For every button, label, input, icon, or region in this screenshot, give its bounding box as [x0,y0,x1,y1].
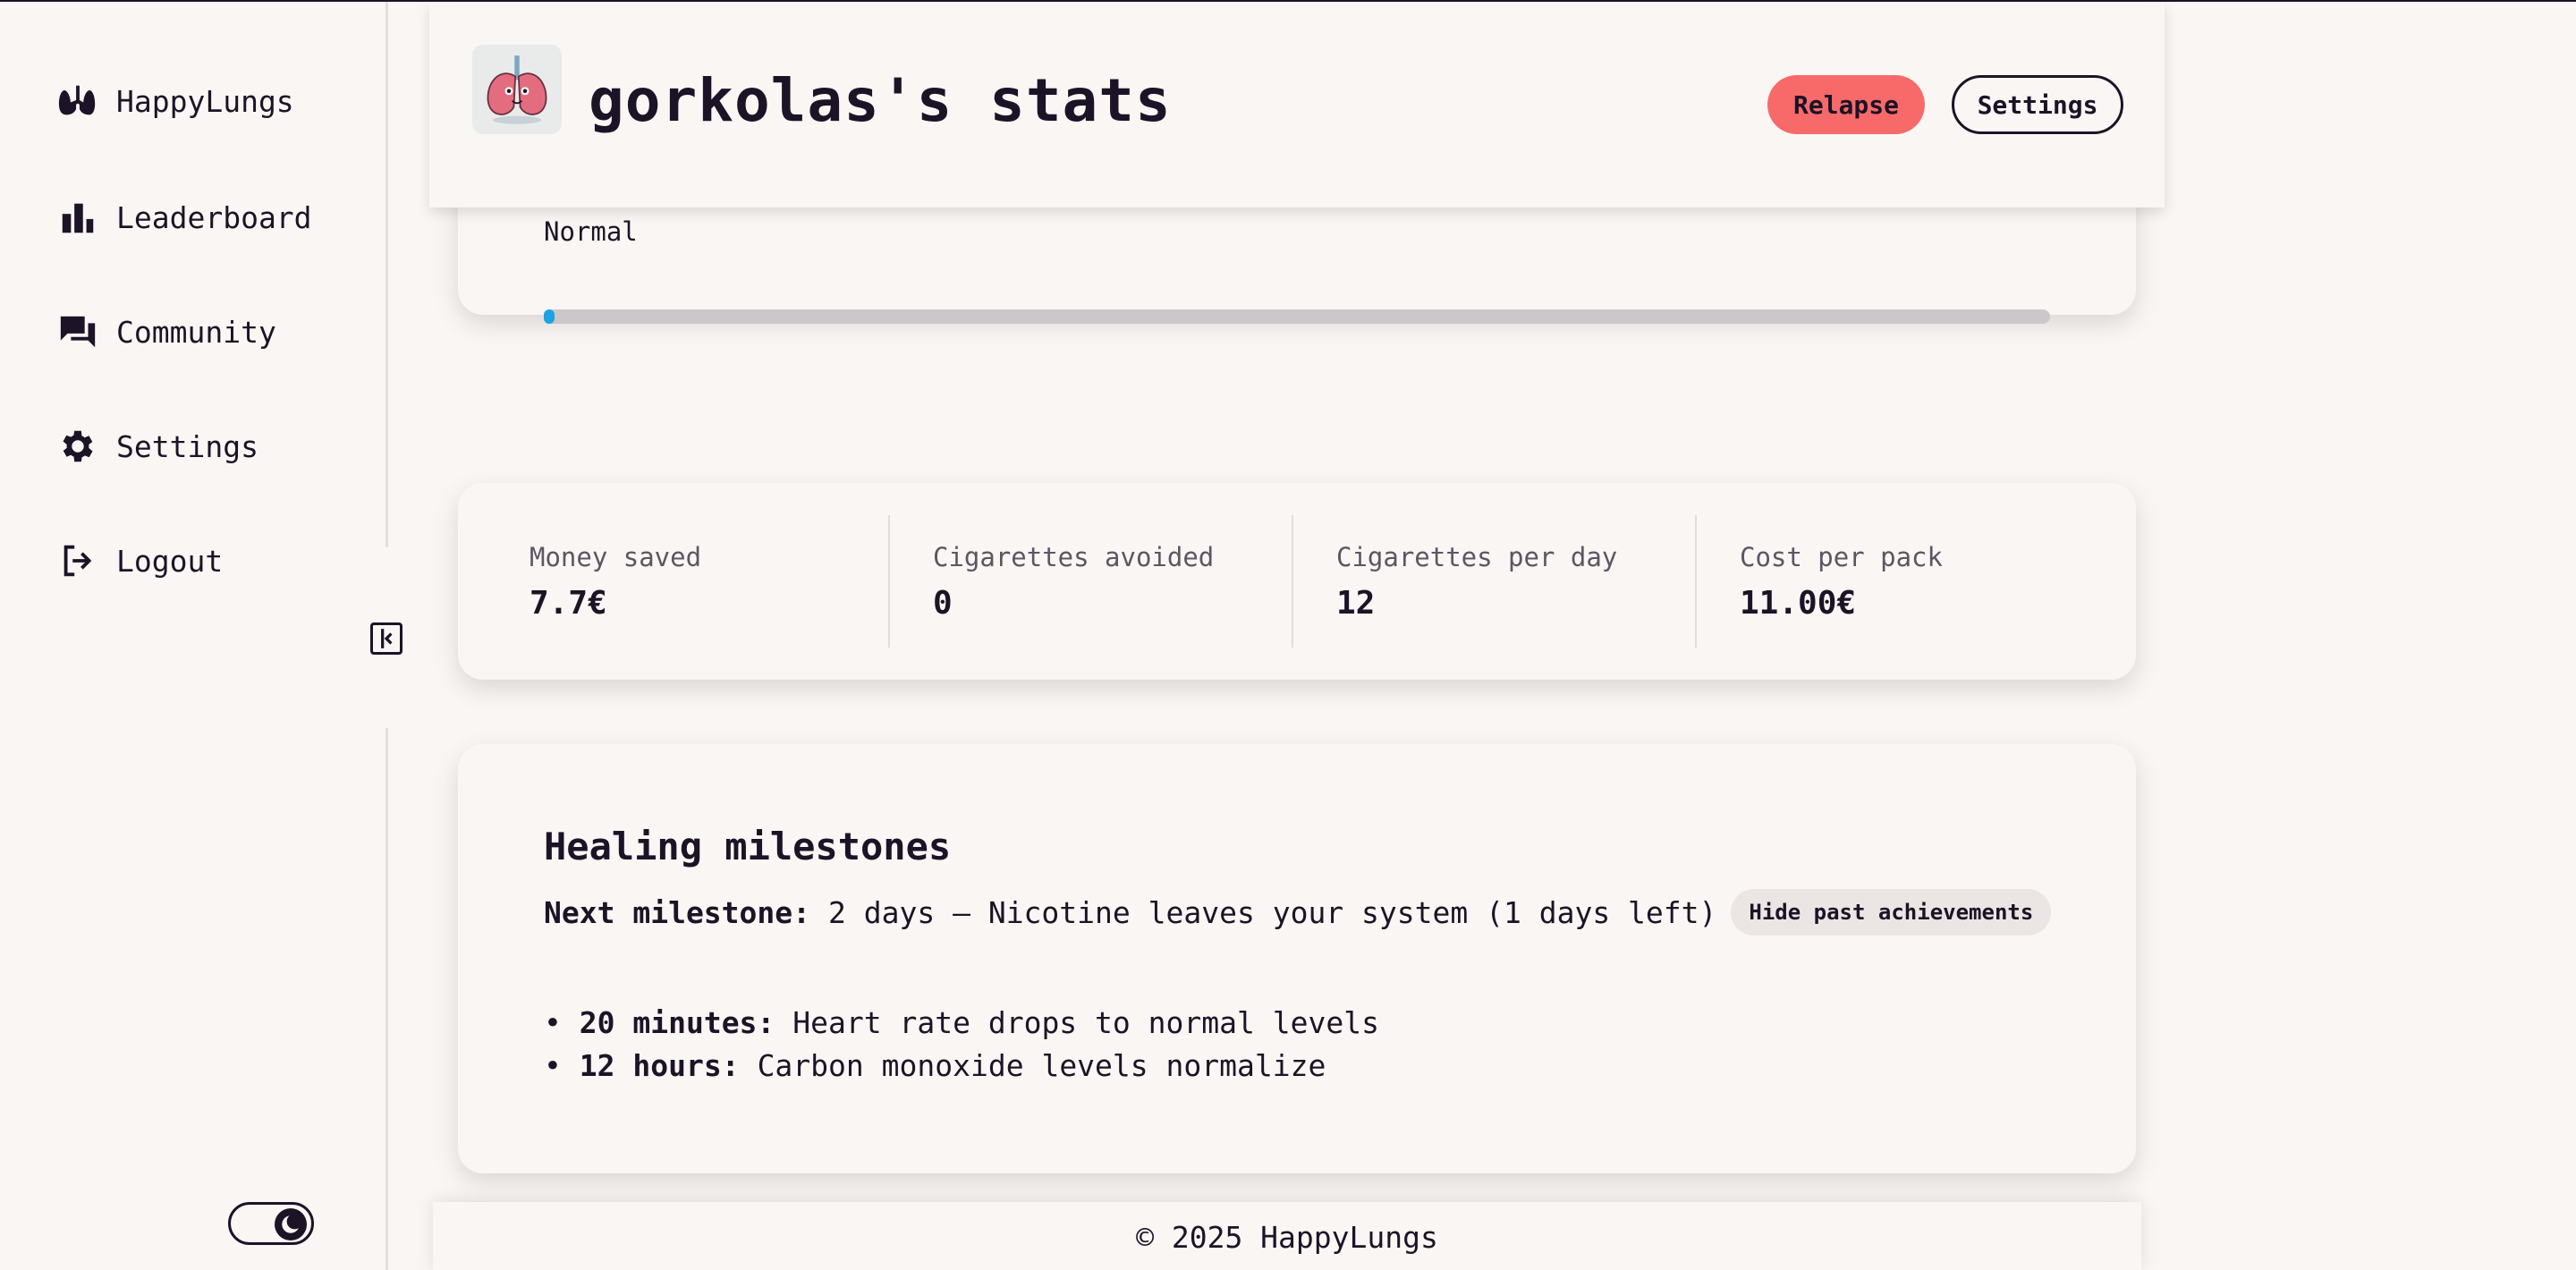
gear-icon [57,426,98,467]
footer: © 2025 HappyLungs [433,1202,2141,1270]
milestones-card: Healing milestones Next milestone: 2 day… [458,744,2136,1173]
sidebar-divider [386,2,388,547]
progress-bar [544,309,2050,324]
milestone-text: Heart rate drops to normal levels [792,1005,1379,1040]
sidebar-collapse-button[interactable] [370,622,402,655]
sidebar-item-community[interactable]: Community [57,311,276,352]
moon-icon [275,1208,307,1240]
stats-card: Money saved 7.7€ Cigarettes avoided 0 Ci… [458,483,2136,680]
stat-cost-per-pack: Cost per pack 11.00€ [1695,508,2098,655]
sidebar-item-label: Settings [116,428,258,464]
milestone-time: 20 minutes: [579,1005,775,1040]
sidebar-item-label: HappyLungs [116,83,294,119]
logout-icon [57,540,98,581]
lungs-icon [57,80,98,122]
milestone-text: Carbon monoxide levels normalize [757,1048,1326,1083]
progress-status: Normal [544,216,638,247]
stat-value: 12 [1336,584,1376,622]
stat-cigarettes-per-day: Cigarettes per day 12 [1292,508,1695,655]
sidebar-item-logout[interactable]: Logout [57,540,223,581]
stat-label: Cigarettes avoided [933,541,1215,572]
milestone-time: 12 hours: [579,1048,740,1083]
stat-cigarettes-avoided: Cigarettes avoided 0 [888,508,1292,655]
sidebar-item-label: Leaderboard [116,199,312,235]
page-title: gorkolas's stats [589,66,1172,135]
past-milestones-list: 20 minutes: Heart rate drops to normal le… [544,1002,1379,1088]
stat-value: 7.7€ [530,584,607,622]
relapse-button[interactable]: Relapse [1767,75,1925,134]
next-milestone-text: 2 days — Nicotine leaves your system (1 … [828,894,1717,930]
sidebar-item-leaderboard[interactable]: Leaderboard [57,197,312,238]
stat-label: Money saved [530,541,702,572]
stat-value: 11.00€ [1740,584,1857,622]
bar-chart-icon [57,197,98,238]
footer-copyright: © 2025 HappyLungs [1136,1219,1438,1255]
sidebar-item-happylungs[interactable]: HappyLungs [57,80,294,122]
sidebar-divider [386,728,388,1270]
progress-bar-fill [544,309,555,324]
sidebar-item-label: Community [116,314,276,350]
list-item: 20 minutes: Heart rate drops to normal le… [544,1002,1379,1045]
next-milestone: Next milestone: 2 days — Nicotine leaves… [544,889,2052,936]
milestones-title: Healing milestones [544,825,952,868]
settings-button[interactable]: Settings [1952,75,2123,134]
hide-past-achievements-button[interactable]: Hide past achievements [1731,889,2052,936]
chat-bubbles-icon [57,311,98,352]
lungs-mascot-logo [472,45,562,134]
sidebar-item-label: Logout [116,543,224,579]
stat-money-saved: Money saved 7.7€ [496,508,888,655]
stat-value: 0 [933,584,953,622]
sidebar-collapse-icon [381,629,393,648]
sidebar: HappyLungs Leaderboard Community Setting… [0,2,402,1270]
stat-label: Cigarettes per day [1336,541,1618,572]
list-item: 12 hours: Carbon monoxide levels normaliz… [544,1045,1379,1088]
sidebar-item-settings[interactable]: Settings [57,426,258,467]
page-header: gorkolas's stats Relapse Settings [429,2,2165,207]
stat-label: Cost per pack [1740,541,1943,572]
next-milestone-label: Next milestone: [544,894,811,930]
theme-toggle[interactable] [228,1202,314,1245]
